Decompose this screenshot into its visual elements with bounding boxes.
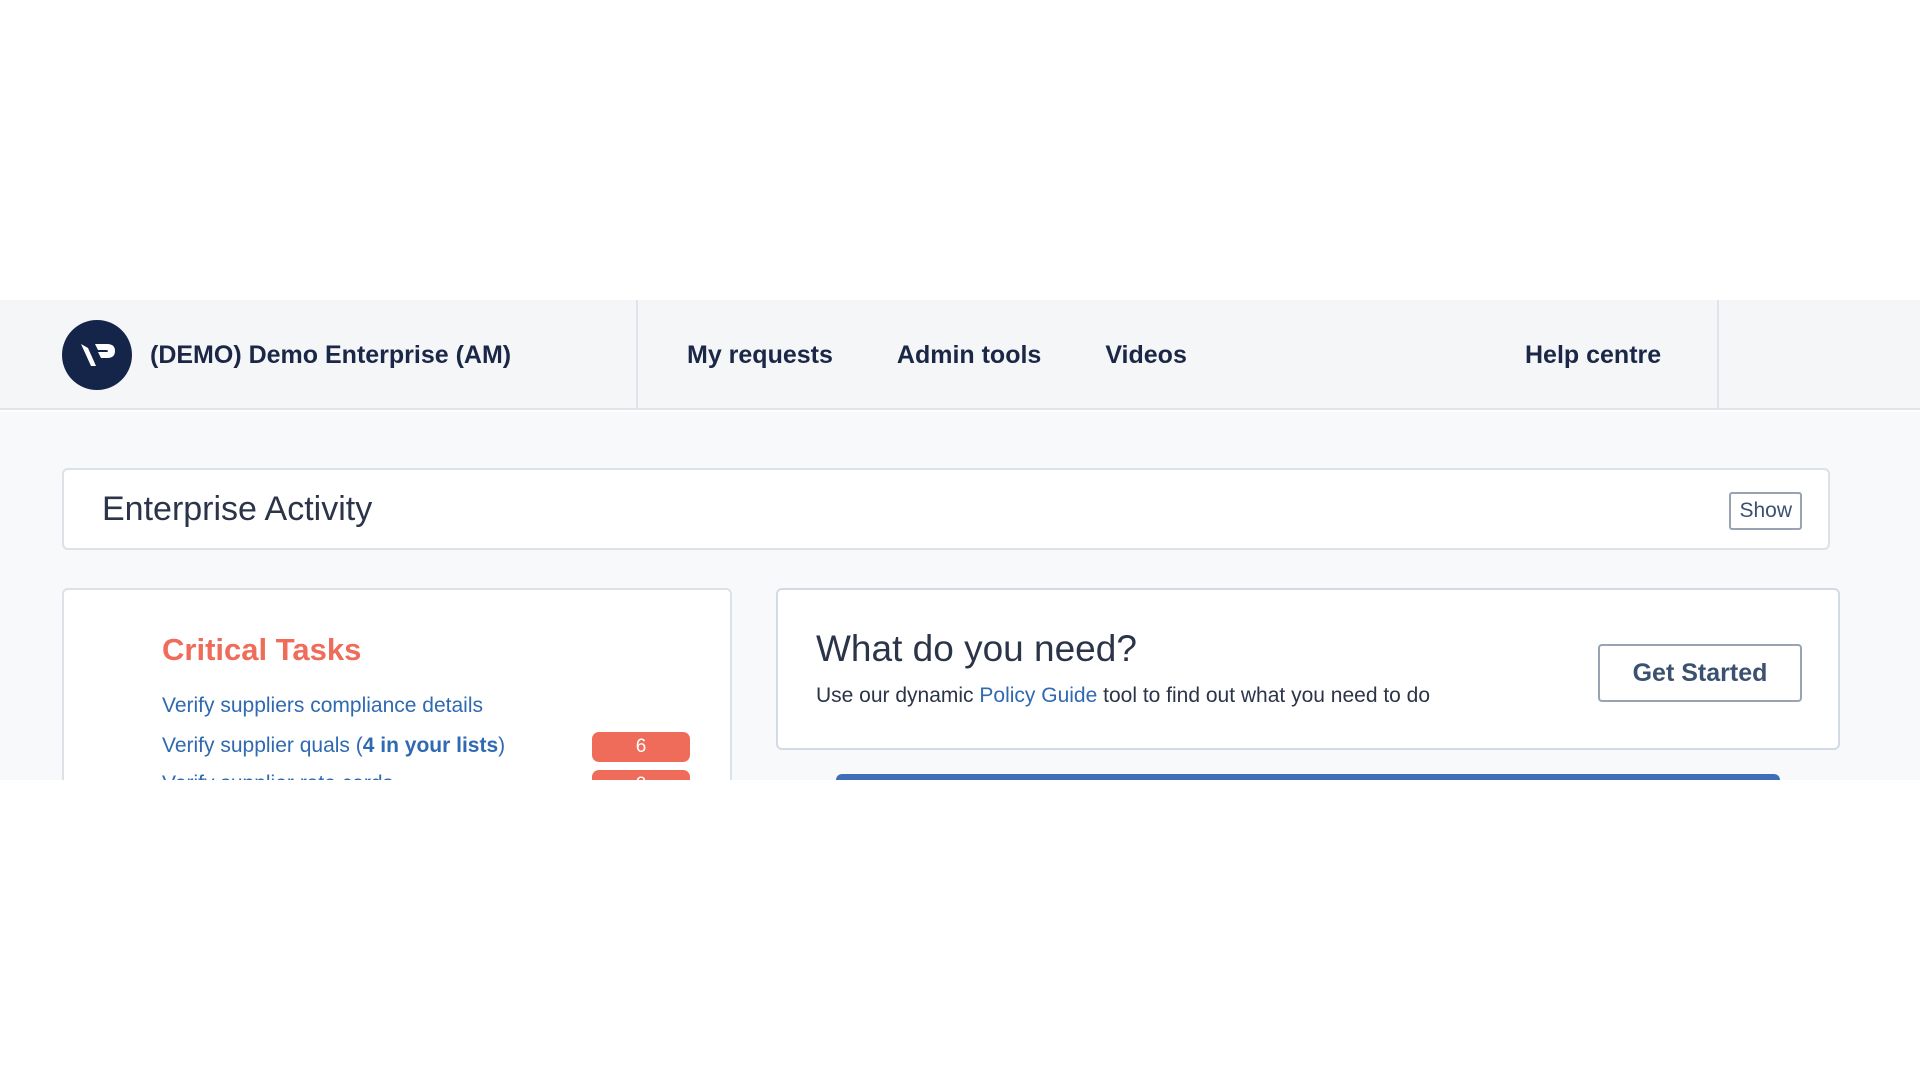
brand[interactable]: (DEMO) Demo Enterprise (AM) xyxy=(62,300,511,410)
critical-tasks-title: Critical Tasks xyxy=(162,632,362,667)
next-panel-top-edge xyxy=(836,774,1780,780)
policy-guide-panel: What do you need? Use our dynamic Policy… xyxy=(776,588,1840,750)
enterprise-name: (DEMO) Demo Enterprise (AM) xyxy=(150,340,512,369)
enterprise-activity-title: Enterprise Activity xyxy=(102,490,373,528)
main-nav: My requests Admin tools Videos xyxy=(687,300,1251,410)
header-divider-right xyxy=(1717,300,1719,410)
task-count-badge: 6 xyxy=(592,732,690,762)
task-link-quals[interactable]: Verify supplier quals (4 in your lists) xyxy=(162,734,505,758)
policy-guide-link[interactable]: Policy Guide xyxy=(979,684,1097,707)
show-button[interactable]: Show xyxy=(1729,492,1802,530)
vp-logo-icon xyxy=(62,320,132,390)
need-desc-before: Use our dynamic xyxy=(816,684,980,707)
nav-videos[interactable]: Videos xyxy=(1105,341,1187,370)
need-description: Use our dynamic Policy Guide tool to fin… xyxy=(816,684,1430,708)
task-count-badge: 2 xyxy=(592,770,690,780)
vp-logo-glyph xyxy=(81,344,115,366)
nav-admin-tools[interactable]: Admin tools xyxy=(897,341,1041,370)
top-header: (DEMO) Demo Enterprise (AM) My requests … xyxy=(0,300,1920,410)
task-link-rate-cards[interactable]: Verify supplier rate cards xyxy=(162,772,393,780)
need-title: What do you need? xyxy=(816,628,1137,669)
critical-tasks-panel: Critical Tasks Verify suppliers complian… xyxy=(62,588,732,780)
task-item: Verify suppliers compliance details xyxy=(162,694,702,724)
nav-my-requests[interactable]: My requests xyxy=(687,341,833,370)
nav-help-centre[interactable]: Help centre xyxy=(1525,300,1661,410)
task-link-quals-bold: 4 in your lists xyxy=(362,734,499,757)
get-started-button[interactable]: Get Started xyxy=(1598,644,1802,702)
enterprise-activity-panel: Enterprise Activity Show xyxy=(62,468,1830,550)
header-divider xyxy=(636,300,638,410)
task-link-quals-prefix: Verify supplier quals ( xyxy=(162,734,363,757)
task-link-compliance[interactable]: Verify suppliers compliance details xyxy=(162,694,483,718)
task-item: Verify supplier quals (4 in your lists) … xyxy=(162,732,702,764)
need-desc-after: tool to find out what you need to do xyxy=(1097,684,1431,707)
task-link-quals-suffix: ) xyxy=(498,734,506,757)
task-item: Verify supplier rate cards 2 xyxy=(162,770,702,780)
